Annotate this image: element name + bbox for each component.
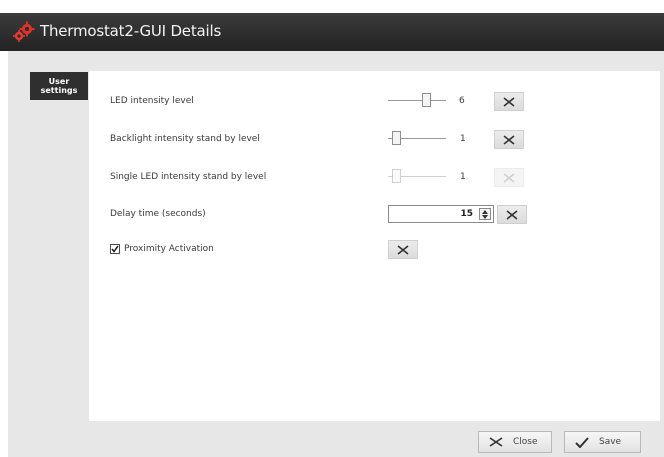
delay-time-value: 15	[460, 209, 473, 219]
backlight-reset-button[interactable]	[494, 130, 524, 149]
window-title: Thermostat2-GUI Details	[40, 22, 222, 40]
content-frame	[8, 51, 664, 457]
checkmark-icon	[111, 245, 119, 253]
close-icon	[503, 172, 515, 183]
proximity-reset-button[interactable]	[388, 240, 418, 259]
backlight-value: 1	[460, 134, 466, 144]
save-button-label: Save	[599, 437, 622, 447]
tab-label-line1: User	[48, 77, 70, 86]
single-led-slider[interactable]	[388, 169, 446, 183]
delay-time-label: Delay time (seconds)	[110, 209, 206, 219]
delay-time-stepper[interactable]	[479, 208, 491, 220]
proximity-label: Proximity Activation	[124, 244, 214, 254]
close-button-label: Close	[513, 437, 538, 447]
tab-label-line2: settings	[40, 86, 78, 95]
checkmark-icon	[575, 436, 589, 448]
close-icon	[503, 96, 515, 107]
single-led-value: 1	[460, 172, 466, 182]
close-icon	[506, 209, 518, 220]
close-button[interactable]: Close	[478, 431, 552, 453]
led-intensity-value: 6	[459, 96, 465, 106]
led-intensity-reset-button[interactable]	[494, 92, 524, 111]
save-button[interactable]: Save	[564, 431, 641, 453]
delay-time-input[interactable]: 15	[388, 205, 494, 223]
slider-thumb[interactable]	[392, 131, 401, 145]
close-icon	[489, 437, 503, 447]
slider-thumb[interactable]	[392, 169, 401, 183]
backlight-slider[interactable]	[388, 131, 446, 145]
proximity-checkbox[interactable]	[110, 244, 120, 254]
backlight-label: Backlight intensity stand by level	[110, 134, 260, 144]
title-bar: Thermostat2-GUI Details	[0, 13, 664, 51]
led-intensity-label: LED intensity level	[110, 96, 194, 106]
single-led-label: Single LED intensity stand by level	[110, 172, 267, 182]
single-led-reset-button[interactable]	[494, 168, 524, 187]
slider-track	[388, 100, 446, 101]
delay-time-reset-button[interactable]	[497, 205, 527, 224]
gears-icon	[13, 21, 35, 42]
close-icon	[397, 244, 409, 255]
slider-thumb[interactable]	[422, 93, 431, 107]
tab-user-settings[interactable]: User settings	[30, 72, 88, 100]
led-intensity-slider[interactable]	[388, 93, 446, 107]
close-icon	[503, 134, 515, 145]
stepper-down-icon[interactable]	[480, 214, 490, 219]
